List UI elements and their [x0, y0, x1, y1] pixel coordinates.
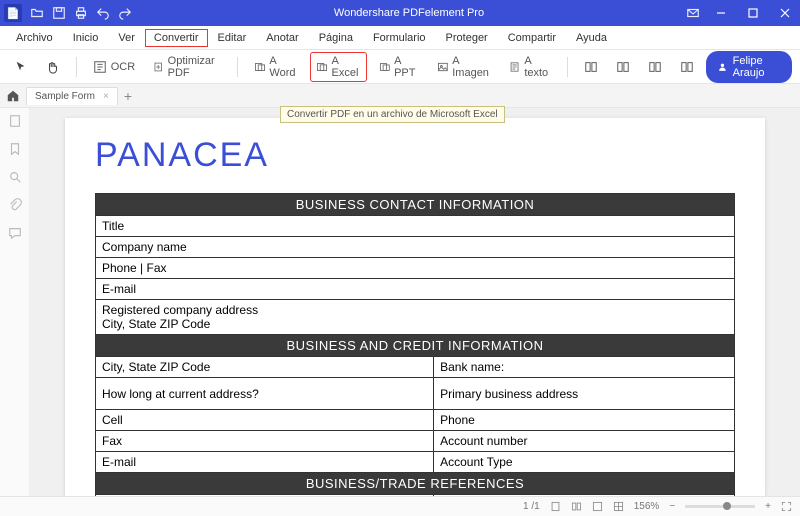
thumbnails-icon[interactable]	[8, 114, 22, 128]
workspace: PANACEA BUSINESS CONTACT INFORMATION Tit…	[0, 108, 800, 496]
save-icon[interactable]	[52, 6, 66, 20]
to-text-label: A texto	[524, 55, 551, 79]
document-brand: PANACEA	[95, 136, 735, 175]
section-header: BUSINESS/TRADE REFERENCES	[96, 473, 735, 495]
canvas[interactable]: PANACEA BUSINESS CONTACT INFORMATION Tit…	[30, 108, 800, 496]
cell: Fax	[96, 431, 434, 452]
document-tab-label: Sample Form	[35, 91, 95, 102]
to-text-button[interactable]: A texto	[503, 52, 557, 82]
tooltip: Convertir PDF en un archivo de Microsoft…	[280, 106, 505, 123]
cell: How long at current address?	[96, 378, 434, 410]
to-excel-label: A Excel	[332, 55, 362, 79]
menu-compartir[interactable]: Compartir	[498, 28, 566, 48]
user-icon	[718, 61, 727, 73]
document-tab-bar: Sample Form × + Convertir PDF en un arch…	[0, 84, 800, 108]
add-tab-button[interactable]: +	[124, 88, 132, 104]
form-table: BUSINESS CONTACT INFORMATION Title Compa…	[95, 193, 735, 496]
menu-bar: Archivo Inicio Ver Convertir Editar Anot…	[0, 26, 800, 50]
ocr-label: OCR	[111, 61, 135, 73]
to-ppt-label: A PPT	[394, 55, 418, 79]
zoom-in-button[interactable]: +	[765, 501, 771, 512]
section-header: BUSINESS CONTACT INFORMATION	[96, 194, 735, 216]
misc-tool-2[interactable]	[610, 57, 636, 77]
menu-archivo[interactable]: Archivo	[6, 28, 63, 48]
left-sidebar	[0, 108, 30, 496]
menu-editar[interactable]: Editar	[208, 28, 257, 48]
cell: Phone | Fax	[96, 258, 735, 279]
bookmarks-icon[interactable]	[8, 142, 22, 156]
home-icon[interactable]	[6, 89, 20, 103]
page-indicator: 1 /1	[523, 501, 540, 512]
to-image-label: A Imagen	[452, 55, 491, 79]
print-icon[interactable]	[74, 6, 88, 20]
menu-ayuda[interactable]: Ayuda	[566, 28, 617, 48]
to-ppt-button[interactable]: A PPT	[373, 52, 424, 82]
optimize-label: Optimizar PDF	[168, 55, 222, 79]
comments-icon[interactable]	[8, 226, 22, 240]
zoom-value: 156%	[634, 501, 660, 512]
title-bar: 📄 Wondershare PDFelement Pro	[0, 0, 800, 26]
to-word-button[interactable]: A Word	[248, 52, 304, 82]
menu-convertir[interactable]: Convertir	[145, 29, 208, 47]
cell: City, State ZIP Code	[96, 357, 434, 378]
zoom-slider[interactable]	[685, 505, 755, 508]
view-mode-4-icon[interactable]	[613, 501, 624, 512]
menu-proteger[interactable]: Proteger	[436, 28, 498, 48]
menu-anotar[interactable]: Anotar	[256, 28, 308, 48]
separator	[237, 57, 238, 77]
view-mode-1-icon[interactable]	[550, 501, 561, 512]
document-tab[interactable]: Sample Form ×	[26, 87, 118, 105]
envelope-icon[interactable]	[686, 6, 700, 20]
cell: Title	[96, 216, 735, 237]
maximize-button[interactable]	[742, 3, 764, 23]
to-word-label: A Word	[269, 55, 298, 79]
cell: Company name	[96, 237, 735, 258]
separator	[567, 57, 568, 77]
attachments-icon[interactable]	[8, 198, 22, 212]
pdf-page: PANACEA BUSINESS CONTACT INFORMATION Tit…	[65, 118, 765, 496]
to-excel-button[interactable]: A Excel	[310, 52, 367, 82]
close-button[interactable]	[774, 3, 796, 23]
select-tool[interactable]	[8, 57, 34, 77]
open-icon[interactable]	[30, 6, 44, 20]
view-mode-2-icon[interactable]	[571, 501, 582, 512]
cell: Cell	[96, 410, 434, 431]
cell: Primary business address	[434, 378, 735, 410]
misc-tool-1[interactable]	[578, 57, 604, 77]
menu-inicio[interactable]: Inicio	[63, 28, 109, 48]
to-image-button[interactable]: A Imagen	[431, 52, 498, 82]
cell: E-mail	[96, 452, 434, 473]
hand-tool[interactable]	[40, 57, 66, 77]
zoom-out-button[interactable]: −	[669, 501, 675, 512]
section-header: BUSINESS AND CREDIT INFORMATION	[96, 335, 735, 357]
ocr-button[interactable]: OCR	[87, 57, 141, 77]
misc-tool-3[interactable]	[642, 57, 668, 77]
search-panel-icon[interactable]	[8, 170, 22, 184]
undo-icon[interactable]	[96, 6, 110, 20]
window-title: Wondershare PDFelement Pro	[132, 7, 686, 19]
menu-pagina[interactable]: Página	[309, 28, 363, 48]
redo-icon[interactable]	[118, 6, 132, 20]
cell: E-mail	[96, 279, 735, 300]
status-bar: 1 /1 156% − +	[0, 496, 800, 516]
fullscreen-icon[interactable]	[781, 501, 792, 512]
misc-tool-4[interactable]	[674, 57, 700, 77]
view-mode-3-icon[interactable]	[592, 501, 603, 512]
minimize-button[interactable]	[710, 3, 732, 23]
cell: Phone	[434, 410, 735, 431]
cell: Account Type	[434, 452, 735, 473]
cell: Registered company address City, State Z…	[96, 300, 735, 335]
separator	[76, 57, 77, 77]
user-chip[interactable]: Felipe Araujo	[706, 51, 792, 83]
cell: Bank name:	[434, 357, 735, 378]
app-logo: 📄	[4, 4, 22, 22]
cell: Account number	[434, 431, 735, 452]
menu-ver[interactable]: Ver	[108, 28, 145, 48]
menu-formulario[interactable]: Formulario	[363, 28, 436, 48]
toolbar: OCR Optimizar PDF A Word A Excel A PPT A…	[0, 50, 800, 84]
user-name: Felipe Araujo	[733, 55, 780, 79]
close-tab-icon[interactable]: ×	[103, 91, 109, 102]
optimize-button[interactable]: Optimizar PDF	[147, 52, 227, 82]
